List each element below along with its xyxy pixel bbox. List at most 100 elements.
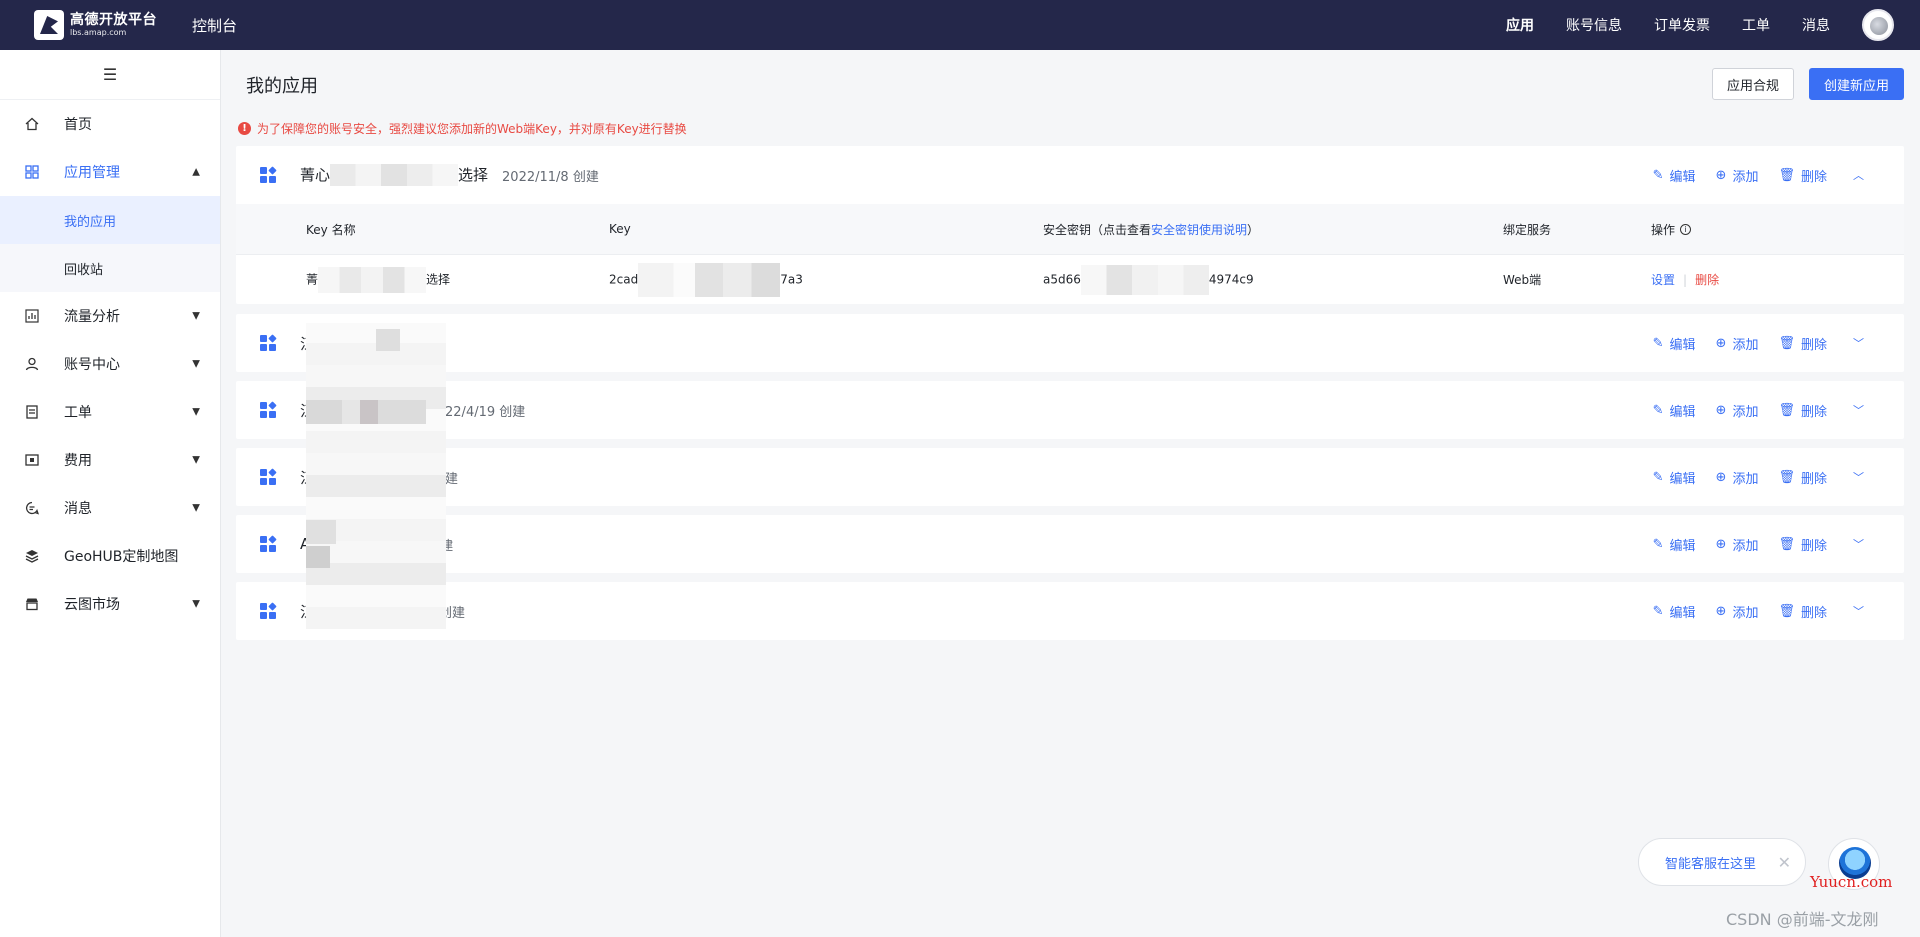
sidebar-item-cloud-market[interactable]: 云图市场 ▼ (0, 580, 220, 628)
console-title[interactable]: 控制台 (192, 15, 237, 36)
app-card: 菁心 选择 2022/11/8 创建 ✎ 编辑 ⊕ 添加 🗑 删除 ︿ Key 名称 K… (236, 146, 1904, 304)
chevron-down-icon: ▼ (192, 502, 200, 514)
app-created-date: 建 (445, 471, 459, 487)
sidebar-item-geohub[interactable]: GeoHUB定制地图 (0, 532, 220, 580)
sidebar-item-traffic-analysis[interactable]: 流量分析 ▼ (0, 292, 220, 340)
delete-button[interactable]: 🗑 删除 (1778, 401, 1827, 420)
add-button[interactable]: ⊕ 添加 (1716, 468, 1759, 487)
chevron-down-icon[interactable]: ﹀ (1853, 335, 1864, 351)
sidebar-item-fees[interactable]: 费用 ▼ (0, 436, 220, 484)
sidebar-item-account-center[interactable]: 账号中心 ▼ (0, 340, 220, 388)
sidebar-subitem-my-apps[interactable]: 我的应用 (0, 196, 220, 244)
chevron-down-icon[interactable]: ﹀ (1853, 469, 1864, 485)
edit-button[interactable]: ✎ 编辑 (1653, 602, 1696, 621)
edit-button[interactable]: ✎ 编辑 (1653, 401, 1696, 420)
sidebar-item-messages[interactable]: 消息 ▼ (0, 484, 220, 532)
add-circle-icon: ⊕ (1715, 402, 1727, 418)
redacted-mosaic (330, 164, 459, 187)
nav-messages[interactable]: 消息 (1802, 15, 1830, 35)
sidebar-item-tickets[interactable]: 工单 ▼ (0, 388, 220, 436)
edit-icon: ✎ (1652, 335, 1664, 351)
edit-icon: ✎ (1652, 536, 1664, 552)
amap-logo[interactable]: 高德开放平台 lbs.amap.com (34, 10, 164, 40)
user-icon (24, 356, 40, 372)
edit-icon: ✎ (1652, 603, 1664, 619)
add-button[interactable]: ⊕ 添加 (1716, 602, 1759, 621)
delete-button[interactable]: 🗑 删除 (1778, 334, 1827, 353)
menu-toggle-icon[interactable]: ☰ (0, 50, 220, 100)
delete-button[interactable]: 🗑 删除 (1778, 468, 1827, 487)
sidebar-item-label: 应用管理 (64, 165, 120, 181)
app-compliance-button[interactable]: 应用合规 (1711, 68, 1794, 100)
trash-icon: 🗑 (1778, 469, 1795, 485)
edit-icon: ✎ (1652, 402, 1664, 418)
add-button[interactable]: ⊕ 添加 (1716, 334, 1759, 353)
app-icon (260, 602, 277, 619)
chevron-down-icon: ▼ (192, 310, 200, 322)
trash-icon: 🗑 (1778, 402, 1795, 418)
redacted-mosaic (638, 262, 781, 297)
app-created-date: 22/4/19 创建 (445, 404, 526, 420)
ticket-icon (24, 404, 40, 420)
key-delete-link[interactable]: 删除 (1695, 271, 1719, 288)
secret-key-guide-link[interactable]: 安全密钥使用说明 (1151, 223, 1247, 237)
main-content: 我的应用 应用合规 创建新应用 ! 为了保障您的账号安全，强烈建议您添加新的We… (236, 50, 1904, 937)
user-avatar[interactable] (1862, 9, 1894, 41)
sidebar-item-home[interactable]: 首页 (0, 100, 220, 148)
app-icon (260, 401, 277, 418)
add-button[interactable]: ⊕ 添加 (1716, 401, 1759, 420)
csdn-watermark: CSDN @前端-文龙刚 (1726, 910, 1879, 929)
nav-orders-invoices[interactable]: 订单发票 (1654, 15, 1710, 35)
chevron-down-icon[interactable]: ﹀ (1853, 402, 1864, 418)
redacted-mosaic (1080, 264, 1209, 295)
trash-icon: 🗑 (1778, 167, 1795, 183)
edit-button[interactable]: ✎ 编辑 (1653, 166, 1696, 185)
key-table-header: Key 名称 Key 安全密钥（点击查看安全密钥使用说明） 绑定服务 操作 i (236, 204, 1904, 254)
add-circle-icon: ⊕ (1715, 536, 1727, 552)
sidebar-item-label: 费用 (64, 453, 92, 469)
redacted-mosaic (306, 323, 446, 629)
edit-icon: ✎ (1652, 167, 1664, 183)
info-icon[interactable]: i (1680, 223, 1692, 235)
sidebar-item-label: GeoHUB定制地图 (64, 549, 179, 565)
warning-text: 为了保障您的账号安全，强烈建议您添加新的Web端Key，并对原有Key进行替换 (257, 122, 687, 136)
add-button[interactable]: ⊕ 添加 (1716, 535, 1759, 554)
create-app-button[interactable]: 创建新应用 (1808, 68, 1904, 100)
sidebar-subitem-recycle-bin[interactable]: 回收站 (0, 244, 220, 292)
logo-title: 高德开放平台 (70, 12, 157, 28)
site-watermark: Yuucn.com (1810, 873, 1893, 891)
chart-icon (24, 308, 40, 324)
chevron-down-icon[interactable]: ﹀ (1853, 536, 1864, 552)
smart-assistant-bubble[interactable]: 智能客服在这里 ✕ (1638, 838, 1806, 886)
wallet-icon (24, 452, 40, 468)
delete-button[interactable]: 🗑 删除 (1778, 602, 1827, 621)
app-card: A 建 ✎编辑 ⊕添加 🗑删除 ﹀ (236, 515, 1904, 573)
nav-apps[interactable]: 应用 (1506, 15, 1534, 35)
delete-button[interactable]: 🗑 删除 (1778, 166, 1827, 185)
chevron-down-icon[interactable]: ﹀ (1853, 603, 1864, 619)
close-icon[interactable]: ✕ (1778, 853, 1791, 872)
chevron-down-icon: ▼ (192, 406, 200, 418)
sidebar-item-app-management[interactable]: 应用管理 ▲ (0, 148, 220, 196)
redacted-mosaic (306, 520, 336, 544)
chevron-up-icon[interactable]: ︿ (1853, 167, 1864, 183)
edit-button[interactable]: ✎ 编辑 (1653, 535, 1696, 554)
home-icon (24, 116, 40, 132)
sidebar-item-label: 云图市场 (64, 597, 120, 613)
key-table: Key 名称 Key 安全密钥（点击查看安全密钥使用说明） 绑定服务 操作 i 菁… (236, 204, 1904, 304)
app-card: 江 创建 ✎编辑 ⊕添加 🗑删除 ﹀ (236, 582, 1904, 640)
redacted-mosaic (306, 400, 426, 424)
store-icon (24, 596, 40, 612)
chevron-down-icon: ▼ (192, 358, 200, 370)
top-navigation-bar: 高德开放平台 lbs.amap.com 控制台 应用 账号信息 订单发票 工单 … (0, 0, 1920, 50)
delete-button[interactable]: 🗑 删除 (1778, 535, 1827, 554)
edit-button[interactable]: ✎ 编辑 (1653, 334, 1696, 353)
edit-button[interactable]: ✎ 编辑 (1653, 468, 1696, 487)
nav-account-info[interactable]: 账号信息 (1566, 15, 1622, 35)
redacted-mosaic (318, 266, 427, 293)
add-button[interactable]: ⊕ 添加 (1716, 166, 1759, 185)
assistant-text: 智能客服在这里 (1665, 856, 1757, 872)
key-settings-link[interactable]: 设置 (1651, 271, 1675, 288)
nav-tickets[interactable]: 工单 (1742, 15, 1770, 35)
trash-icon: 🗑 (1778, 536, 1795, 552)
